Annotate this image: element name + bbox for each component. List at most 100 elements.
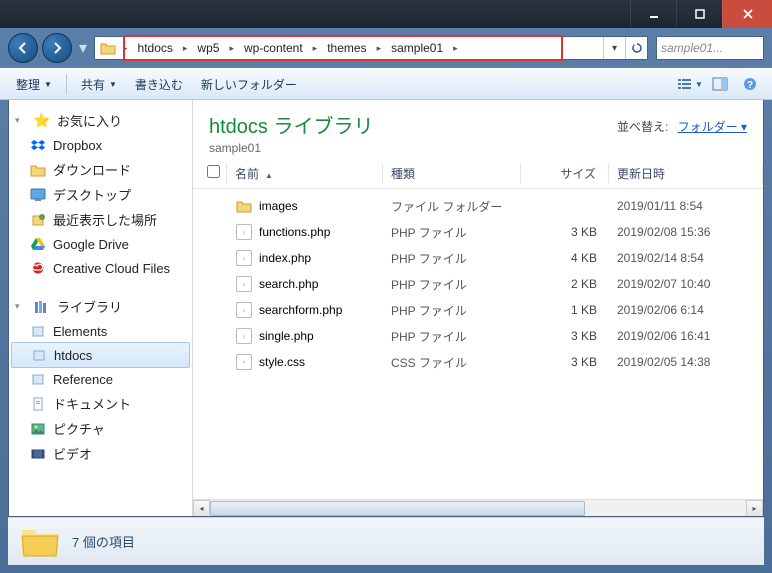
status-bar: 7 個の項目 <box>8 517 764 565</box>
scroll-right-button[interactable]: ▸ <box>746 500 763 517</box>
sidebar-item-desktop[interactable]: デスクトップ <box>9 182 192 207</box>
file-view: htdocs ライブラリ sample01 並べ替え: フォルダー ▾ 名前▲ … <box>193 100 763 516</box>
forward-button[interactable] <box>42 33 72 63</box>
column-name[interactable]: 名前▲ <box>227 163 383 184</box>
chevron-right-icon[interactable]: ▸ <box>449 43 462 54</box>
horizontal-scrollbar[interactable]: ◂ ▸ <box>193 499 763 516</box>
view-options-button[interactable]: ▼ <box>676 72 704 96</box>
organize-menu[interactable]: 整理 ▼ <box>8 72 60 97</box>
file-row[interactable]: ◦single.phpPHP ファイル3 KB2019/02/06 16:41 <box>203 323 763 349</box>
favorites-heading[interactable]: ▾ ⭐ お気に入り <box>9 108 192 133</box>
sidebar-item-googledrive[interactable]: Google Drive <box>9 232 192 256</box>
chevron-right-icon[interactable]: ▸ <box>373 43 386 54</box>
file-size: 3 KB <box>521 353 609 371</box>
file-date: 2019/02/08 15:36 <box>609 223 763 241</box>
breadcrumb-item[interactable]: wp5 <box>191 37 225 59</box>
location-icon <box>97 37 119 59</box>
back-button[interactable] <box>8 33 38 63</box>
sidebar-item-downloads[interactable]: ダウンロード <box>9 157 192 182</box>
svg-text:?: ? <box>747 80 753 91</box>
refresh-button[interactable] <box>625 37 647 59</box>
php-icon: ◦ <box>235 301 253 319</box>
scrollbar-thumb[interactable] <box>210 501 585 516</box>
chevron-down-icon[interactable]: ▾ <box>15 115 27 126</box>
php-icon: ◦ <box>235 275 253 293</box>
column-size[interactable]: サイズ <box>521 163 609 184</box>
chevron-right-icon[interactable]: ▸ <box>225 43 238 54</box>
breadcrumb-item[interactable]: wp-content <box>238 37 309 59</box>
toolbar: 整理 ▼ 共有 ▼ 書き込む 新しいフォルダー ▼ ? <box>0 68 772 100</box>
chevron-down-icon[interactable]: ▾ <box>15 301 27 312</box>
sidebar-item-recent[interactable]: 最近表示した場所 <box>9 207 192 232</box>
column-type[interactable]: 種類 <box>383 163 521 184</box>
sidebar-item-htdocs[interactable]: htdocs <box>11 342 190 368</box>
chevron-right-icon[interactable]: ▸ <box>309 43 322 54</box>
close-button[interactable] <box>722 0 772 28</box>
file-row[interactable]: ◦searchform.phpPHP ファイル1 KB2019/02/06 6:… <box>203 297 763 323</box>
sidebar-item-dropbox[interactable]: Dropbox <box>9 133 192 157</box>
breadcrumb-item[interactable]: themes <box>321 37 372 59</box>
library-folder-icon <box>30 346 48 364</box>
new-folder-button[interactable]: 新しいフォルダー <box>193 72 305 97</box>
history-dropdown[interactable]: ▾ <box>76 33 90 63</box>
sidebar-item-videos[interactable]: ビデオ <box>9 441 192 466</box>
checkbox-column[interactable] <box>203 163 227 184</box>
select-all-checkbox[interactable] <box>207 165 220 178</box>
help-button[interactable]: ? <box>736 72 764 96</box>
sidebar-item-pictures[interactable]: ピクチャ <box>9 416 192 441</box>
arrange-by[interactable]: 並べ替え: フォルダー ▾ <box>617 118 747 135</box>
file-row[interactable]: ◦index.phpPHP ファイル4 KB2019/02/14 8:54 <box>203 245 763 271</box>
file-name-label: functions.php <box>259 225 330 239</box>
file-size: 3 KB <box>521 327 609 345</box>
maximize-button[interactable] <box>676 0 722 28</box>
file-type: PHP ファイル <box>383 274 521 295</box>
library-folder-icon <box>29 370 47 388</box>
file-list: imagesファイル フォルダー2019/01/11 8:54 ◦ function… <box>193 189 763 379</box>
videos-icon <box>29 445 47 463</box>
breadcrumb-item[interactable]: sample01 <box>385 37 449 59</box>
file-type: PHP ファイル <box>383 248 521 269</box>
file-date: 2019/02/06 16:41 <box>609 327 763 345</box>
file-type: PHP ファイル <box>383 326 521 347</box>
file-row[interactable]: ◦search.phpPHP ファイル2 KB2019/02/07 10:40 <box>203 271 763 297</box>
scroll-left-button[interactable]: ◂ <box>193 500 210 517</box>
chevron-right-icon[interactable]: ▸ <box>179 43 192 54</box>
folder-icon <box>29 161 47 179</box>
libraries-heading[interactable]: ▾ ライブラリ <box>9 294 192 319</box>
address-dropdown[interactable]: ▾ <box>603 37 625 59</box>
file-type: PHP ファイル <box>383 222 521 243</box>
status-text: 7 個の項目 <box>72 532 135 551</box>
file-name-label: index.php <box>259 251 311 265</box>
write-button[interactable]: 書き込む <box>127 72 191 97</box>
preview-pane-button[interactable] <box>706 72 734 96</box>
file-row[interactable]: ◦functions.phpPHP ファイル3 KB2019/02/08 15:… <box>203 219 763 245</box>
address-bar[interactable]: ▸ htdocs ▸ wp5 ▸ wp-content ▸ themes ▸ s… <box>94 36 648 60</box>
folder-icon <box>235 197 253 215</box>
sidebar-item-creativecloud[interactable]: Creative Cloud Files <box>9 256 192 280</box>
navigation-row: ▾ ▸ htdocs ▸ wp5 ▸ wp-content ▸ themes ▸… <box>0 28 772 68</box>
search-input[interactable]: sample01... <box>656 36 764 60</box>
library-subtitle: sample01 <box>209 141 747 155</box>
navigation-pane: ▾ ⭐ お気に入り Dropbox ダウンロード デスクトップ 最近表示した場所… <box>9 100 193 516</box>
file-size: 2 KB <box>521 275 609 293</box>
pictures-icon <box>29 420 47 438</box>
file-name-label: style.css <box>259 355 305 369</box>
share-menu[interactable]: 共有 ▼ <box>73 72 125 97</box>
column-date[interactable]: 更新日時 <box>609 163 763 184</box>
file-date: 2019/02/07 10:40 <box>609 275 763 293</box>
file-row[interactable]: ◦style.cssCSS ファイル3 KB2019/02/05 14:38 <box>203 349 763 375</box>
minimize-button[interactable] <box>630 0 676 28</box>
file-row[interactable]: imagesファイル フォルダー2019/01/11 8:54 <box>203 193 763 219</box>
chevron-right-icon[interactable]: ▸ <box>119 43 132 54</box>
css-icon: ◦ <box>235 353 253 371</box>
sidebar-item-reference[interactable]: Reference <box>9 367 192 391</box>
sidebar-item-documents[interactable]: ドキュメント <box>9 391 192 416</box>
separator <box>66 74 67 94</box>
sidebar-item-elements[interactable]: Elements <box>9 319 192 343</box>
scrollbar-track[interactable] <box>210 500 746 517</box>
php-icon: ◦ <box>235 223 253 241</box>
googledrive-icon <box>29 235 47 253</box>
breadcrumb-item[interactable]: htdocs <box>132 37 179 59</box>
library-folder-icon <box>29 322 47 340</box>
folder-icon <box>20 524 60 560</box>
